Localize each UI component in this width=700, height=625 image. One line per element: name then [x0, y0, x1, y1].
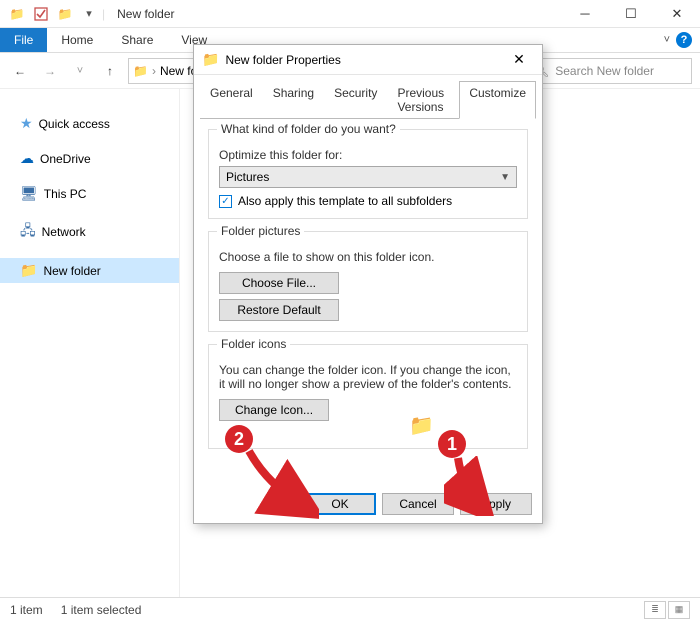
optimize-label: Optimize this folder for: [219, 148, 517, 162]
choose-file-button[interactable]: Choose File... [219, 272, 339, 294]
status-selected-count: 1 item selected [61, 603, 142, 617]
group-folder-type-title: What kind of folder do you want? [217, 122, 400, 136]
sidebar-item-quick-access[interactable]: ★ Quick access [0, 111, 179, 136]
icons-view-button[interactable]: ▦ [668, 601, 690, 619]
tab-sharing[interactable]: Sharing [263, 81, 324, 119]
file-tab[interactable]: File [0, 28, 47, 52]
sidebar-item-new-folder[interactable]: 📁 New folder [0, 258, 179, 283]
tab-general[interactable]: General [200, 81, 263, 119]
search-input[interactable]: 🔍︎ Search New folder [527, 58, 692, 84]
sidebar-item-network[interactable]: 🖧 Network [0, 216, 179, 248]
minimize-button[interactable]: ─ [562, 0, 608, 28]
close-button[interactable]: ✕ [654, 0, 700, 28]
folder-pictures-desc: Choose a file to show on this folder ico… [219, 250, 517, 264]
group-folder-pictures-title: Folder pictures [217, 224, 304, 238]
checkbox-label: Also apply this template to all subfolde… [238, 194, 452, 208]
ribbon-collapse-icon[interactable]: ˅ [664, 34, 670, 46]
ok-button[interactable]: OK [304, 493, 376, 515]
details-view-button[interactable]: ≣ [644, 601, 666, 619]
network-icon: 🖧 [20, 220, 36, 244]
chevron-right-icon: › [152, 64, 156, 78]
change-icon-button[interactable]: Change Icon... [219, 399, 329, 421]
star-icon: ★ [20, 115, 33, 132]
optimize-dropdown[interactable]: Pictures ▼ [219, 166, 517, 188]
folder-icon: 📁 [6, 3, 28, 25]
dialog-close-button[interactable]: ✕ [504, 47, 534, 73]
breadcrumb[interactable]: New fo [160, 64, 197, 78]
forward-button[interactable]: → [38, 59, 62, 83]
properties-dialog: 📁 New folder Properties ✕ General Sharin… [193, 44, 543, 524]
folder-preview-icon: 📁 [409, 413, 434, 438]
dialog-title: New folder Properties [225, 53, 340, 67]
search-placeholder: Search New folder [555, 64, 654, 78]
sidebar-item-onedrive[interactable]: ☁ OneDrive [0, 146, 179, 171]
tab-customize[interactable]: Customize [459, 81, 536, 119]
tab-home[interactable]: Home [47, 28, 107, 52]
dropdown-value: Pictures [226, 170, 269, 184]
apply-button[interactable]: Apply [460, 493, 532, 515]
folder-icon: 📁 [54, 3, 76, 25]
restore-default-button[interactable]: Restore Default [219, 299, 339, 321]
sidebar-item-this-pc[interactable]: 🖥 This PC [0, 181, 179, 206]
folder-icon: 📁 [202, 51, 219, 68]
up-button[interactable]: ↑ [98, 59, 122, 83]
group-folder-icons-title: Folder icons [217, 337, 290, 351]
qat-properties-icon[interactable] [30, 3, 52, 25]
folder-icons-desc: You can change the folder icon. If you c… [219, 363, 517, 391]
qat-menu-icon[interactable]: ▾ [78, 3, 100, 25]
status-item-count: 1 item [10, 603, 43, 617]
tab-previous-versions[interactable]: Previous Versions [387, 81, 459, 119]
computer-icon: 🖥 [20, 185, 38, 202]
apply-subfolders-checkbox[interactable]: ✓ [219, 195, 232, 208]
cloud-icon: ☁ [20, 150, 34, 167]
chevron-down-icon: ▼ [500, 172, 510, 183]
tab-security[interactable]: Security [324, 81, 387, 119]
back-button[interactable]: ← [8, 59, 32, 83]
folder-icon: 📁 [20, 262, 37, 279]
cancel-button[interactable]: Cancel [382, 493, 454, 515]
tab-share[interactable]: Share [107, 28, 167, 52]
help-icon[interactable]: ? [676, 32, 692, 48]
folder-icon: 📁 [133, 64, 148, 78]
maximize-button[interactable]: ☐ [608, 0, 654, 28]
window-title: New folder [105, 7, 174, 21]
history-dropdown[interactable]: ˅ [68, 59, 92, 83]
